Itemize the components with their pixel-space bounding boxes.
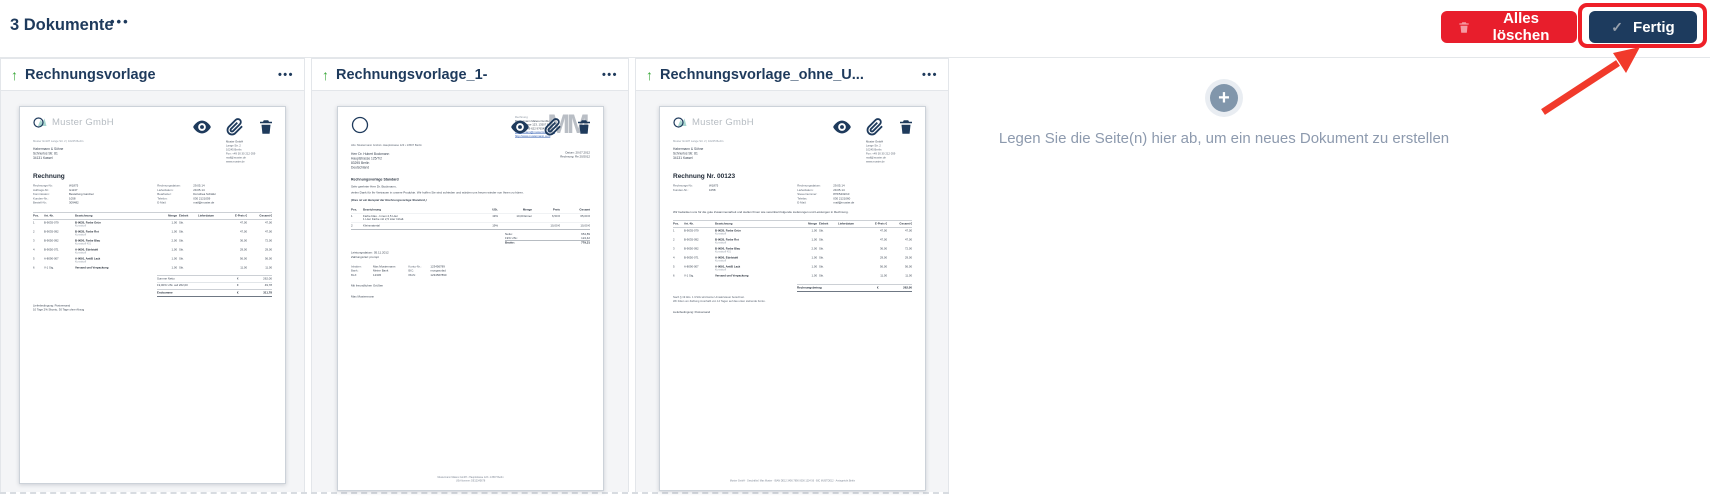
- invoice-line: 1 Farbe blau - Innen 2,5 Liter 1 Liter Far…: [350, 212, 590, 221]
- delete-page-trash-icon[interactable]: [897, 118, 915, 136]
- invoice-totals: Rechnungsbetrag €262,00: [796, 283, 912, 292]
- done-label: Fertig: [1633, 18, 1675, 36]
- invoice-totals: Summe Netto €262,00 19,00% USt. auf 262,0…: [157, 275, 272, 297]
- attachment-paperclip-icon[interactable]: [226, 118, 244, 136]
- page-title: 3 Dokumente: [10, 16, 114, 34]
- dropzone-hint: Legen Sie die Seite(n) hier ab, um ein n…: [998, 130, 1450, 147]
- document-card-rechnungsvorlage: ↑ Rechnungsvorlage ••• Muster GmbH Muste…: [0, 58, 305, 492]
- document-card-rechnungsvorlage-1: ↑ Rechnungsvorlage_1- ••• MM Rechnung Mu…: [311, 58, 629, 492]
- preview-eye-icon[interactable]: [509, 116, 531, 138]
- document-card-rechnungsvorlage-ohne-ust: ↑ Rechnungsvorlage_ohne_U... ••• Muster …: [635, 58, 949, 492]
- payment-terms: Lieferbedingung: Postversand 10 Tage 2% S…: [33, 304, 85, 312]
- invoice-line: 3 B-9050-092 B-9050, Farbe Blau Kunststoff …: [672, 247, 912, 254]
- invoice-line: 2 B-9035-092 B-9035, Farbe Rot Kunststoff 1,…: [672, 238, 912, 245]
- invoice-line: 5 A-8090-007 A-9091, AntiB Lack Kunststoff 1…: [672, 265, 912, 272]
- invoice-line: 4 B-9050-071 A-9050, Edelstahl Kunststoff 1,…: [672, 256, 912, 263]
- circle-logo-icon: [351, 116, 368, 134]
- documents-menu-icon[interactable]: •••: [110, 14, 130, 29]
- recipient-address: Muster GmbH Lange Str. 2 | 10245 Berlin …: [33, 140, 84, 160]
- invoice-footer: Mustermann Malerei GmbH • Hauptstrasse 1…: [436, 476, 504, 483]
- meta-field: E-Mail: mail@muster.de: [796, 201, 854, 205]
- meta-field: E-Mail: mail@muster.de: [157, 201, 215, 205]
- sender-contact: Muster GmbH Lange Str. 2 10245 Berlin Fon: …: [226, 140, 256, 164]
- payment-info: Leistungsdatum: 05.11.2012 Zahlungsziel:…: [350, 251, 389, 259]
- invoice-items-table: Pos. Art.-Nr. Bezeichnung Menge Einheit Liefe…: [672, 220, 912, 278]
- vat-exempt-note: Nach § 19 Abs. 1 UStG wird keine Umsatzs…: [672, 295, 766, 303]
- delete-page-trash-icon[interactable]: [257, 118, 275, 136]
- upload-arrow-icon: ↑: [322, 66, 329, 83]
- trash-icon: [1459, 21, 1469, 33]
- recipient-address: Herr Dr. Hubert Bockmann Hauptstrasse 125…: [350, 152, 389, 170]
- invoice-line: 1 B-9035-079 B-9035, Farbe Grün Kunststoff 1…: [672, 229, 912, 236]
- company-logo-text: Muster GmbH: [52, 117, 114, 128]
- invoice-heading: Rechnung Nr. 00123: [672, 172, 735, 180]
- invoice-subject: Rechnungsvorlage Standard: [350, 177, 399, 182]
- card-menu-icon[interactable]: •••: [270, 69, 294, 81]
- page-actions: [831, 116, 915, 138]
- plus-icon: +: [1210, 84, 1238, 112]
- invoice-dates: Datum: 20.07.2012 Rechnung: Re 20/2012: [559, 151, 590, 159]
- upload-arrow-icon: ↑: [646, 66, 653, 83]
- abs-line: Abs: Mustermann GmbH • Hauptstrasse 123 …: [350, 143, 422, 147]
- documents-row: ↑ Rechnungsvorlage ••• Muster GmbH Muste…: [0, 58, 949, 494]
- add-document-button[interactable]: +: [1205, 79, 1243, 117]
- document-title: Rechnungsvorlage: [25, 66, 156, 83]
- new-document-dropzone[interactable]: + Legen Sie die Seite(n) hier ab, um ein…: [950, 58, 1710, 496]
- page-actions: [509, 116, 593, 138]
- payment-terms: Lieferbedingung: Postversand: [672, 311, 710, 315]
- attachment-paperclip-icon[interactable]: [866, 118, 884, 136]
- recipient-address: Muster GmbH Lange Str. 2 | 10245 Berlin …: [672, 140, 723, 160]
- preview-eye-icon[interactable]: [831, 116, 853, 138]
- invoice-preview-content: Rechnung Mustermann Malerei GmbH, Hauptst…: [350, 116, 590, 483]
- delete-all-label: Alles löschen: [1492, 10, 1550, 44]
- card-body: Muster GmbH Muster GmbH Lange Str. 2 | 1…: [1, 91, 304, 492]
- attachment-paperclip-icon[interactable]: [544, 118, 562, 136]
- delete-all-button[interactable]: Alles löschen: [1441, 10, 1577, 44]
- invoice-line: 1 B-9035-079 B-9035, Farbe Grün Kunststoff 1…: [33, 221, 272, 228]
- invoice-line: 5 A-8090-007 A-9091, AntiB Lack Kunststoff 1…: [33, 257, 272, 264]
- invoice-line: 3 B-9050-092 B-9050, Farbe Blau Kunststoff …: [33, 239, 272, 246]
- company-logo-text: Muster GmbH: [691, 117, 754, 128]
- toolbar: 3 Dokumente ••• Alles löschen ✓ Fertig: [0, 0, 1710, 58]
- muster-logo-icon: [672, 117, 686, 128]
- page-thumbnail[interactable]: MM Rechnung Mustermann Malerei GmbH, Haup…: [336, 106, 604, 491]
- invoice-footer: Muster GmbH · Geschäftsf. Max Muster · I…: [729, 480, 855, 483]
- document-title: Rechnungsvorlage_1-: [336, 66, 488, 83]
- invoice-totals: Netto: 654,89 19% USt.: 124,42 Brutto: 779,…: [504, 232, 590, 245]
- page-thumbnail[interactable]: Muster GmbH Muster GmbH Lange Str. 2 | 1…: [658, 106, 926, 491]
- document-title: Rechnungsvorlage_ohne_U...: [660, 66, 864, 83]
- card-menu-icon[interactable]: •••: [594, 69, 618, 81]
- meta-field: Kunden-Nr.: 1058: [672, 188, 715, 192]
- meta-field: Bestell-Nr.: 309482: [33, 201, 79, 205]
- invoice-preview-content: Muster GmbH Muster GmbH Lange Str. 2 | 1…: [20, 107, 285, 483]
- card-body: MM Rechnung Mustermann Malerei GmbH, Haup…: [312, 91, 628, 492]
- card-titlebar: ↑ Rechnungsvorlage •••: [1, 59, 304, 91]
- done-button[interactable]: ✓ Fertig: [1589, 11, 1697, 43]
- card-body: Muster GmbH Muster GmbH Lange Str. 2 | 1…: [636, 91, 948, 492]
- muster-logo-icon: [33, 117, 47, 128]
- invoice-items-table: Pos. Art.-Nr. Bezeichnung Menge Einheit Liefe…: [33, 212, 272, 270]
- delete-page-trash-icon[interactable]: [575, 118, 593, 136]
- upload-arrow-icon: ↑: [11, 66, 18, 83]
- invoice-line: 2 Kleinmaterial 19% 10,00 €10,00 €: [350, 222, 590, 230]
- invoice-heading: Rechnung: [33, 172, 65, 180]
- sender-contact: Muster GmbH Lange Str. 2 10245 Berlin Fon: …: [865, 140, 895, 164]
- invoice-line: 6 V-1 Stg. Versand und Verpackung 1,00 Stk. 1…: [33, 266, 272, 270]
- bank-details: Inhaber: Max Mustermann Bank: Meine Bank BLZ…: [350, 265, 447, 277]
- card-titlebar: ↑ Rechnungsvorlage_1- •••: [312, 59, 628, 91]
- invoice-items-table: Pos. Bezeichnung USt. Menge Preis Gesamt 1 Far…: [350, 208, 590, 230]
- check-icon: ✓: [1611, 18, 1624, 35]
- page-actions: [191, 116, 275, 138]
- preview-eye-icon[interactable]: [191, 116, 213, 138]
- invoice-line: 4 B-9050-071 A-9050, Edelstahl Kunststoff 1,…: [33, 248, 272, 255]
- intro-paragraph: Wir bedanken uns für die gute Zusammenar…: [672, 210, 848, 214]
- card-menu-icon[interactable]: •••: [914, 69, 938, 81]
- card-titlebar: ↑ Rechnungsvorlage_ohne_U... •••: [636, 59, 948, 91]
- invoice-line: 2 B-9035-092 B-9035, Farbe Rot Kunststoff 1,…: [33, 230, 272, 237]
- invoice-preview-content: Muster GmbH Muster GmbH Lange Str. 2 | 1…: [660, 107, 925, 490]
- page-thumbnail[interactable]: Muster GmbH Muster GmbH Lange Str. 2 | 1…: [19, 106, 286, 484]
- invoice-line: 6 V-1 Stg. Versand und Verpackung 1,00 Stk. 1…: [672, 274, 912, 278]
